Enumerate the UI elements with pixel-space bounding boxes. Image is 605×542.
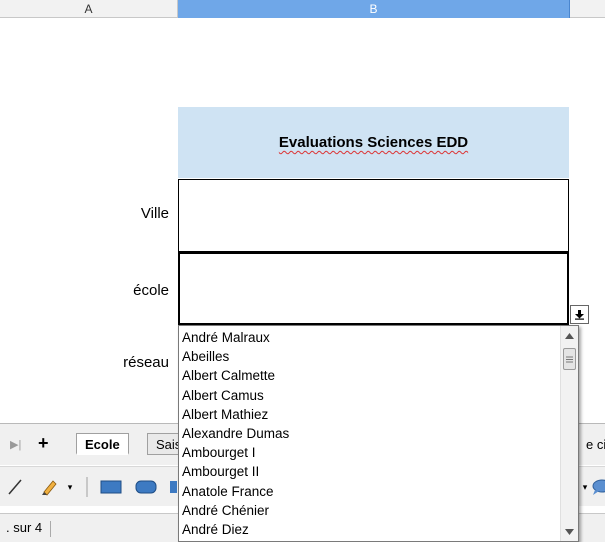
- ville-cell[interactable]: [178, 179, 569, 252]
- column-header-a[interactable]: A: [0, 0, 178, 18]
- dropdown-option[interactable]: André Malraux: [182, 328, 557, 347]
- chevron-down-icon-right[interactable]: ▾: [580, 479, 590, 495]
- validation-dropdown-button[interactable]: [570, 305, 589, 324]
- dropdown-options: André Malraux Abeilles Albert Calmette A…: [182, 328, 557, 539]
- dropdown-option[interactable]: Anatole France: [182, 482, 557, 501]
- form-title: Evaluations Sciences EDD: [278, 134, 469, 151]
- dropdown-option[interactable]: Ambourget II: [182, 462, 557, 481]
- dropdown-option[interactable]: Albert Camus: [182, 386, 557, 405]
- chevron-down-icon[interactable]: ▾: [64, 479, 76, 495]
- rounded-rectangle-icon[interactable]: [134, 478, 158, 496]
- page-indicator: . sur 4: [6, 521, 52, 537]
- scrollbar-thumb[interactable]: [563, 348, 576, 370]
- dropdown-option[interactable]: Abeilles: [182, 347, 557, 366]
- line-icon[interactable]: [6, 477, 24, 497]
- rectangle-icon[interactable]: [99, 478, 123, 496]
- scroll-up-icon[interactable]: [561, 327, 578, 344]
- dropdown-arrow-icon: [575, 310, 584, 320]
- scroll-down-icon[interactable]: [561, 523, 578, 540]
- title-cell[interactable]: Evaluations Sciences EDD: [178, 107, 569, 178]
- tab-partial-right[interactable]: e cir: [586, 437, 605, 452]
- column-header-c[interactable]: [570, 0, 605, 18]
- reseau-label: réseau: [123, 354, 169, 371]
- shape-partial-icon[interactable]: [168, 478, 178, 496]
- add-sheet-button[interactable]: +: [38, 434, 49, 452]
- ecole-label: école: [133, 282, 169, 299]
- column-header-b[interactable]: B: [178, 0, 570, 18]
- dropdown-option[interactable]: Albert Mathiez: [182, 405, 557, 424]
- tab-ecole[interactable]: Ecole: [76, 433, 129, 455]
- ecole-cell[interactable]: [178, 252, 569, 325]
- dropdown-option[interactable]: Ambourget I: [182, 443, 557, 462]
- tab-scroll-last-icon[interactable]: ▶|: [10, 438, 21, 451]
- dropdown-scrollbar[interactable]: [560, 326, 578, 541]
- validation-dropdown-list[interactable]: André Malraux Abeilles Albert Calmette A…: [178, 325, 579, 542]
- toolbar-separator: [86, 477, 88, 497]
- dropdown-option[interactable]: André Chénier: [182, 501, 557, 520]
- ville-label: Ville: [140, 205, 169, 222]
- dropdown-option[interactable]: Alexandre Dumas: [182, 424, 557, 443]
- dropdown-option[interactable]: André Diez: [182, 520, 557, 539]
- pen-color-icon[interactable]: [38, 477, 60, 497]
- column-headers: A B: [0, 0, 605, 18]
- dropdown-option[interactable]: Albert Calmette: [182, 366, 557, 385]
- callout-icon[interactable]: [592, 477, 605, 497]
